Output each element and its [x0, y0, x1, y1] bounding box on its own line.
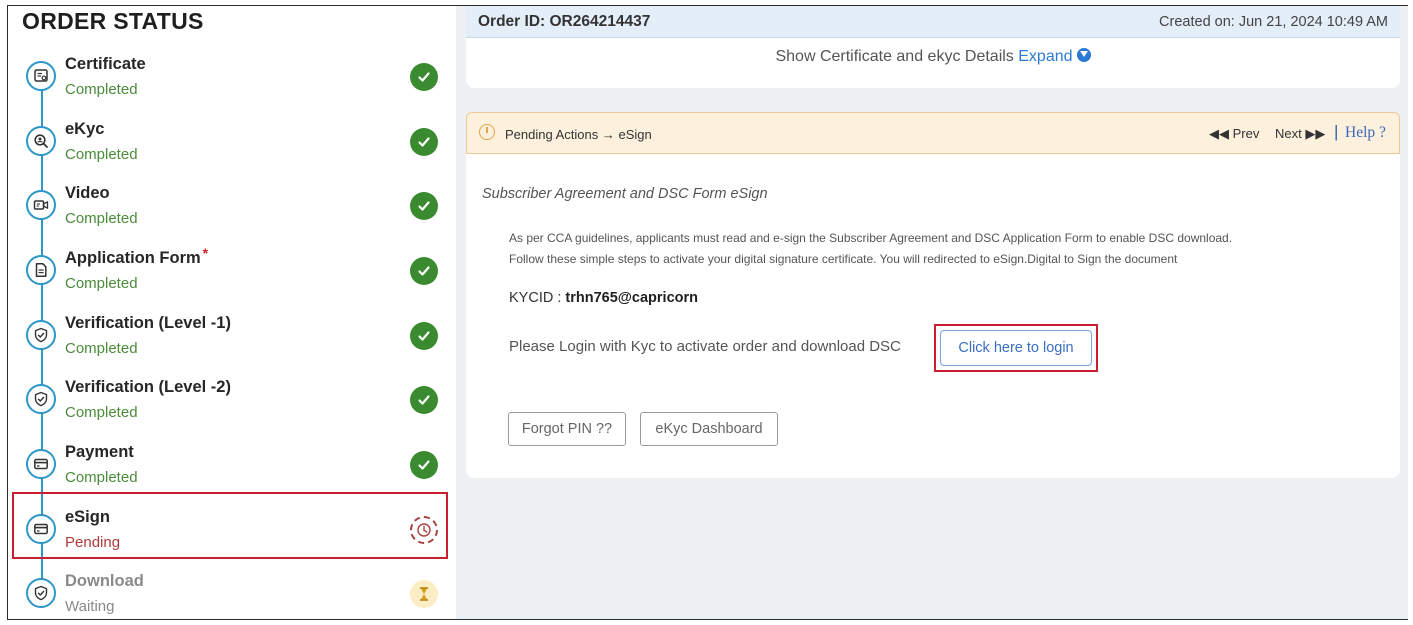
step-name: eKyc	[65, 120, 105, 138]
order-header: Order ID: OR264214437 Created on: Jun 21…	[466, 6, 1400, 38]
created-on: Created on: Jun 21, 2024 10:49 AM	[1159, 14, 1388, 30]
shield-check-icon	[26, 320, 56, 350]
expand-label[interactable]: Expand	[1018, 48, 1072, 65]
double-chevron-left-icon: ◀◀	[1209, 126, 1229, 141]
kycid-row: KYCID : trhn765@capricorn	[509, 290, 698, 306]
step-name: Video	[65, 184, 110, 202]
hourglass-icon	[410, 580, 438, 608]
forgot-pin-button[interactable]: Forgot PIN ??	[508, 412, 626, 446]
arrow-right-icon: →	[601, 127, 615, 142]
required-asterisk: *	[202, 245, 209, 261]
prev-label: Prev	[1232, 126, 1260, 141]
step-name: Verification (Level -1)	[65, 314, 231, 332]
step-certificate[interactable]: Certificate Completed	[8, 49, 456, 111]
step-download[interactable]: Download Waiting	[8, 566, 456, 625]
esign-highlight-box	[12, 492, 448, 559]
pending-step-label: eSign	[618, 127, 652, 142]
nav-separator: |	[1334, 122, 1339, 141]
prev-button[interactable]: ◀◀ Prev	[1209, 126, 1259, 142]
kycid-value: trhn765@capricorn	[565, 290, 699, 306]
shield-check-icon	[26, 384, 56, 414]
expand-link[interactable]: Expand	[1018, 48, 1091, 65]
login-prompt: Please Login with Kyc to activate order …	[509, 338, 901, 355]
main-content: Order ID: OR264214437 Created on: Jun 21…	[456, 6, 1408, 619]
agreement-title: Subscriber Agreement and DSC Form eSign	[482, 186, 768, 202]
step-video[interactable]: Video Completed	[8, 178, 456, 240]
double-chevron-right-icon: ▶▶	[1305, 126, 1326, 141]
details-text: Show Certificate and ekyc Details	[775, 48, 1014, 65]
order-id: Order ID: OR264214437	[478, 13, 651, 30]
step-status: Waiting	[65, 598, 115, 615]
pending-actions-label: Pending Actions	[505, 127, 599, 142]
check-circle-icon	[410, 386, 438, 414]
step-status: Completed	[65, 340, 138, 357]
kycid-label: KYCID :	[509, 290, 566, 306]
clock-icon	[479, 124, 495, 140]
shield-check-icon	[26, 578, 56, 608]
card-icon	[26, 449, 56, 479]
app-frame: ORDER STATUS Certificate Completed eKyc …	[7, 5, 1408, 620]
step-name: Application Form *	[65, 245, 209, 267]
login-button[interactable]: Click here to login	[940, 330, 1092, 366]
step-payment[interactable]: Payment Completed	[8, 437, 456, 499]
pending-actions-bar: Pending Actions → eSign ◀◀ Prev Next ▶▶ …	[466, 112, 1400, 154]
order-card: Order ID: OR264214437 Created on: Jun 21…	[466, 6, 1400, 88]
step-application-form[interactable]: Application Form * Completed	[8, 243, 456, 305]
check-circle-icon	[410, 451, 438, 479]
chevron-down-circle-icon[interactable]	[1076, 48, 1091, 62]
ekyc-dashboard-button[interactable]: eKyc Dashboard	[640, 412, 778, 446]
pending-breadcrumb: Pending Actions → eSign	[505, 127, 652, 142]
check-circle-icon	[410, 63, 438, 91]
video-icon	[26, 190, 56, 220]
step-ekyc[interactable]: eKyc Completed	[8, 114, 456, 176]
step-status: Completed	[65, 275, 138, 292]
guideline-text: As per CCA guidelines, applicants must r…	[509, 228, 1389, 270]
step-verification-level-1[interactable]: Verification (Level -1) Completed	[8, 308, 456, 370]
next-label: Next	[1275, 126, 1302, 141]
certificate-details-toggle: Show Certificate and ekyc Details Expand	[466, 48, 1400, 66]
step-status: Completed	[65, 210, 138, 227]
step-name: Verification (Level -2)	[65, 378, 231, 396]
pending-actions-card: Pending Actions → eSign ◀◀ Prev Next ▶▶ …	[466, 112, 1400, 478]
check-circle-icon	[410, 128, 438, 156]
document-icon	[26, 255, 56, 285]
guideline-line-2: Follow these simple steps to activate yo…	[509, 252, 1178, 266]
sidebar-title: ORDER STATUS	[22, 8, 204, 34]
step-status: Completed	[65, 469, 138, 486]
step-name: Certificate	[65, 55, 146, 73]
check-circle-icon	[410, 322, 438, 350]
check-circle-icon	[410, 257, 438, 285]
step-status: Completed	[65, 81, 138, 98]
step-status: Completed	[65, 404, 138, 421]
step-name: Download	[65, 572, 144, 590]
certificate-icon	[26, 61, 56, 91]
help-link[interactable]: Help ?	[1345, 124, 1386, 142]
step-name: Payment	[65, 443, 134, 461]
step-status: Completed	[65, 146, 138, 163]
order-status-sidebar: ORDER STATUS Certificate Completed eKyc …	[8, 6, 456, 619]
step-verification-level-2[interactable]: Verification (Level -2) Completed	[8, 372, 456, 434]
search-user-icon	[26, 126, 56, 156]
next-button[interactable]: Next ▶▶	[1275, 126, 1325, 142]
guideline-line-1: As per CCA guidelines, applicants must r…	[509, 231, 1233, 245]
check-circle-icon	[410, 192, 438, 220]
